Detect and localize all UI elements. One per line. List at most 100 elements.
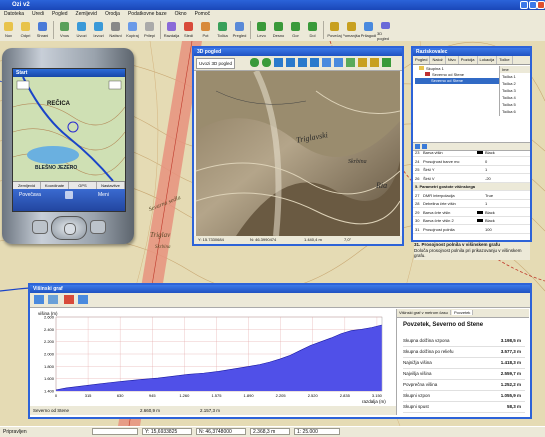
point-list-item[interactable]: Točka 5 bbox=[500, 101, 530, 108]
property-value[interactable]: True bbox=[485, 192, 493, 199]
keyboard-icon[interactable] bbox=[65, 191, 73, 199]
property-number: 24 bbox=[415, 158, 420, 164]
graph-save-icon[interactable] bbox=[34, 295, 44, 304]
pda-end-button[interactable] bbox=[90, 220, 106, 234]
y-tick-label: 1.800 bbox=[44, 364, 55, 369]
toolbar-button-točka[interactable]: Točka bbox=[214, 19, 231, 41]
explorer-tab[interactable]: Pozicija bbox=[459, 56, 478, 64]
pda-call-button[interactable] bbox=[32, 220, 48, 234]
toolbar-button-shrani[interactable]: Shrani bbox=[34, 19, 51, 41]
menu-orodja[interactable]: Orodja bbox=[101, 10, 124, 19]
pda-softkey-left[interactable]: Povečava bbox=[19, 192, 41, 198]
toolbar-button-odpri[interactable]: Odpri bbox=[17, 19, 34, 41]
toolbar-button-3d-pogled[interactable]: 3D pogled bbox=[377, 19, 394, 41]
toolbar-button-sledi[interactable]: Sledi bbox=[180, 19, 197, 41]
property-row[interactable]: 24 Prosojnost barve mc 0 bbox=[413, 158, 530, 166]
point-list-item[interactable]: Točka 2 bbox=[500, 80, 530, 87]
elevation-chart[interactable]: 0 315 630 945 1.260 1.575 1.890 2.205 2.520 2.835… bbox=[32, 309, 394, 405]
property-row[interactable]: 5. Parametri gostote višinskega bbox=[413, 183, 530, 191]
property-row[interactable]: 29 Barva črte višin Black bbox=[413, 209, 530, 217]
explorer-tab[interactable]: Lokacija bbox=[478, 56, 498, 64]
pda-screen[interactable]: Start REČICA BLEŠNO JEZERO Zemljevid Koo… bbox=[12, 68, 126, 212]
arrow-down-icon[interactable] bbox=[286, 58, 295, 67]
menu-zemljevid[interactable]: Zemljevid bbox=[72, 10, 101, 19]
property-row[interactable]: 27 DMR interpolacija True bbox=[413, 192, 530, 200]
menu-podatkovne-baze[interactable]: Podatkovne baze bbox=[124, 10, 171, 19]
toolbar-button-prilagodi[interactable]: Prilagodi bbox=[360, 19, 377, 41]
point-list-item[interactable]: Točka 3 bbox=[500, 87, 530, 94]
arrow-up-icon[interactable] bbox=[274, 58, 283, 67]
toolbar-button-pomanjšaj[interactable]: Pomanjšaj bbox=[343, 19, 360, 41]
tilt-icon[interactable] bbox=[322, 58, 331, 67]
menu-okno[interactable]: Okno bbox=[171, 10, 191, 19]
minimize-button[interactable] bbox=[520, 1, 528, 9]
toolbar-button-vnos[interactable]: Vnos bbox=[56, 19, 73, 41]
pda-softkey-right[interactable]: Meni bbox=[98, 192, 109, 198]
property-row[interactable]: 23 Barva višin Black bbox=[413, 149, 530, 157]
explorer-tab[interactable]: Nivo bbox=[446, 56, 459, 64]
maximize-button[interactable] bbox=[529, 1, 537, 9]
toolbar-button-gor[interactable]: Gor bbox=[287, 19, 304, 41]
settings-icon[interactable] bbox=[382, 58, 391, 67]
arrow-left-icon[interactable] bbox=[298, 58, 307, 67]
toolbar-button-nov[interactable]: Nov bbox=[0, 19, 17, 41]
property-description: 31. Prosojnost polnila v višinskem grafu… bbox=[414, 242, 530, 260]
point-list-item[interactable]: Točka 6 bbox=[500, 108, 530, 115]
view3d-canvas[interactable]: Triglavski Skrbina Ria bbox=[196, 71, 400, 236]
point-list-item[interactable]: Točka 4 bbox=[500, 94, 530, 101]
toolbar-button-desno[interactable]: Desno bbox=[270, 19, 287, 41]
menu-pomoc[interactable]: Pomoč bbox=[191, 10, 215, 19]
toolbar-icon bbox=[184, 22, 193, 31]
pda-dpad[interactable] bbox=[51, 216, 87, 240]
graph-settings-icon[interactable] bbox=[78, 295, 88, 304]
property-value[interactable]: 0 bbox=[485, 158, 487, 165]
zoom-in-icon[interactable] bbox=[358, 58, 367, 67]
close-button[interactable] bbox=[537, 1, 545, 9]
graph-copy-icon[interactable] bbox=[48, 295, 58, 304]
toolbar-button-pregled[interactable]: Pregled bbox=[231, 19, 248, 41]
toolbar-button-uvozi[interactable]: Uvozi bbox=[73, 19, 90, 41]
toolbar-button-kopiraj[interactable]: Kopiraj bbox=[124, 19, 141, 41]
reset-view-icon[interactable] bbox=[346, 58, 355, 67]
property-value[interactable]: 1 bbox=[485, 200, 487, 207]
toolbar-button-levo[interactable]: Levo bbox=[253, 19, 270, 41]
tree-item-selected[interactable]: Severno od Stene bbox=[415, 78, 499, 84]
property-row[interactable]: 31 Prosojnost polnila 100 bbox=[413, 226, 530, 234]
property-row[interactable]: 26 Širši V -20 bbox=[413, 175, 530, 183]
menu-uredi[interactable]: Uredi bbox=[28, 10, 48, 19]
point-list-item[interactable]: Točka 1 bbox=[500, 73, 530, 80]
explorer-tab[interactable]: Nalož bbox=[430, 56, 446, 64]
zoom-out-icon[interactable] bbox=[370, 58, 379, 67]
status-scale[interactable]: 1: 25.000 bbox=[294, 428, 340, 435]
pda-map[interactable]: REČICA BLEŠNO JEZERO bbox=[13, 77, 125, 181]
explorer-tab[interactable]: Pogled bbox=[413, 56, 431, 64]
rotate-left-icon[interactable] bbox=[250, 58, 259, 67]
property-row[interactable]: 25 Širši Y 1 bbox=[413, 166, 530, 174]
pda-dpad-center[interactable] bbox=[64, 223, 76, 235]
menu-datoteka[interactable]: Datoteka bbox=[0, 10, 28, 19]
summary-tab[interactable]: Višinski graf v metrom času bbox=[397, 310, 451, 315]
toolbar-button-natisni[interactable]: Natisni bbox=[107, 19, 124, 41]
tilt-down-icon[interactable] bbox=[334, 58, 343, 67]
arrow-right-icon[interactable] bbox=[310, 58, 319, 67]
toolbar-button-povečaj[interactable]: Povečaj bbox=[326, 19, 343, 41]
property-value[interactable]: Black bbox=[485, 149, 495, 156]
property-value[interactable]: 1 bbox=[485, 166, 487, 173]
toolbar-button-prilepi[interactable]: Prilepi bbox=[141, 19, 158, 41]
rotate-right-icon[interactable] bbox=[262, 58, 271, 67]
graph-marker-icon[interactable] bbox=[64, 295, 74, 304]
toolbar-button-izvozi[interactable]: Izvozi bbox=[90, 19, 107, 41]
view3d-import-button[interactable]: Uvozi 3D pogled bbox=[196, 58, 236, 69]
explorer-tab[interactable]: Točke bbox=[497, 56, 513, 64]
property-value[interactable]: Black bbox=[485, 217, 495, 224]
property-row[interactable]: 28 Debelina črte višin 1 bbox=[413, 200, 530, 208]
toolbar-button-dol[interactable]: Dol bbox=[304, 19, 321, 41]
toolbar-button-razdalja[interactable]: Razdalja bbox=[163, 19, 180, 41]
property-value[interactable]: Black bbox=[485, 209, 495, 216]
summary-tab-active[interactable]: Povzetek bbox=[451, 310, 474, 315]
property-row[interactable]: 30 Barva črte višin 2 Black bbox=[413, 217, 530, 225]
property-value[interactable]: 100 bbox=[485, 226, 492, 233]
menu-pogled[interactable]: Pogled bbox=[48, 10, 72, 19]
property-value[interactable]: -20 bbox=[485, 175, 491, 182]
toolbar-button-pot[interactable]: Pot bbox=[197, 19, 214, 41]
